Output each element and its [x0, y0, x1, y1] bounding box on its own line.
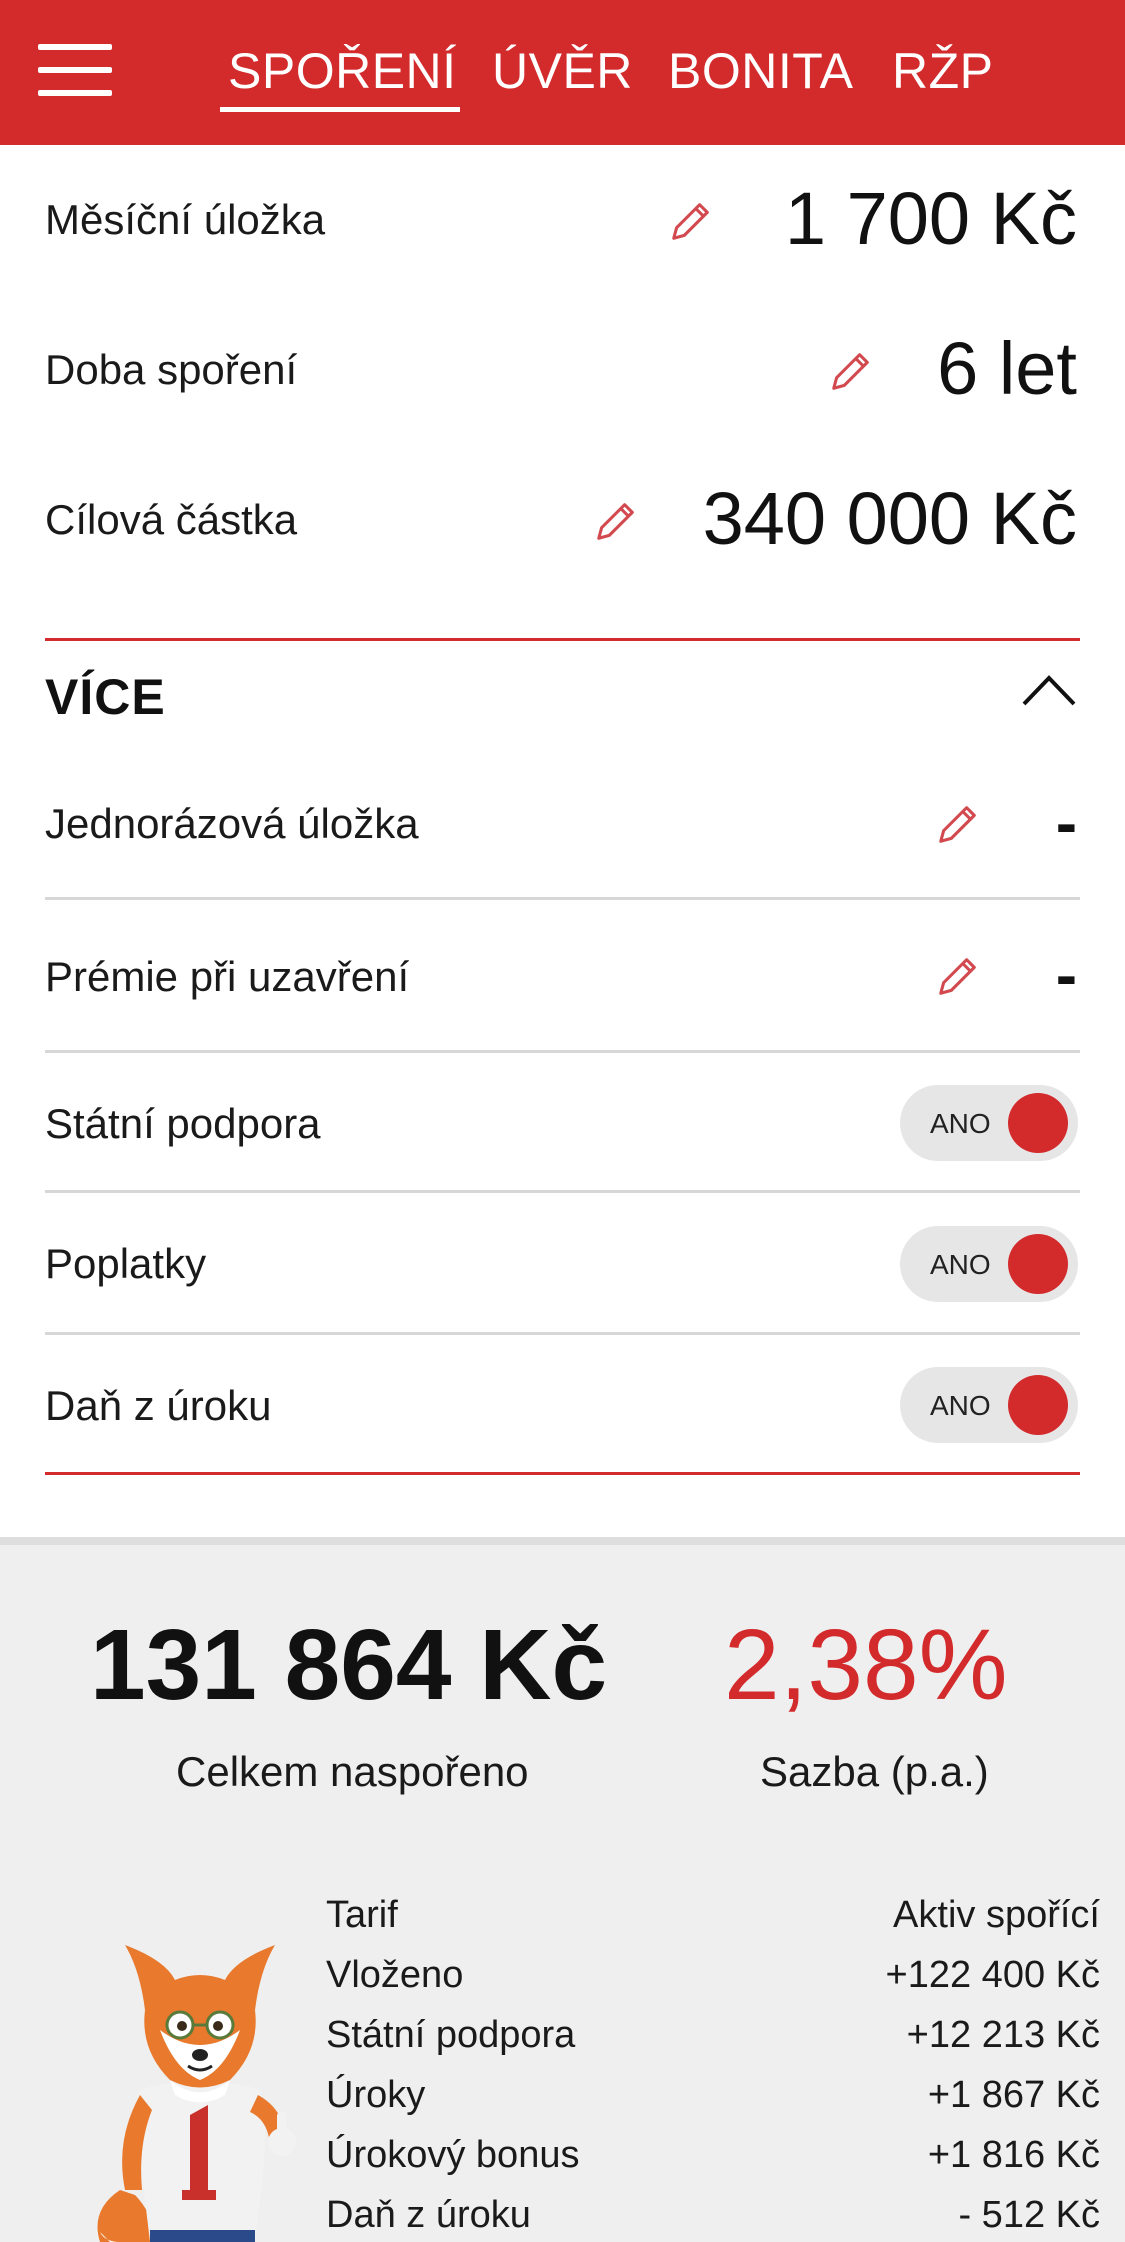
- detail-label-interest: Úroky: [326, 2074, 426, 2116]
- fox-mascot: [97, 1945, 296, 2242]
- one-time-deposit-value[interactable]: -: [1056, 786, 1077, 860]
- toggle-knob: [1008, 1093, 1068, 1153]
- state-support-toggle[interactable]: ANO: [900, 1085, 1078, 1161]
- fees-toggle[interactable]: ANO: [900, 1226, 1078, 1302]
- interest-tax-label: Daň z úroku: [45, 1382, 272, 1429]
- total-saved-caption: Celkem naspořeno: [176, 1748, 529, 1795]
- detail-value-deposited: +122 400 Kč: [885, 1954, 1100, 1996]
- row-divider: [45, 1332, 1080, 1335]
- tab-uver[interactable]: ÚVĚR: [492, 40, 633, 102]
- top-nav-bar: SPOŘENÍ ÚVĚR BONITA RŽP: [0, 0, 1125, 145]
- detail-value-tariff: Aktiv spořící: [893, 1894, 1100, 1936]
- toggle-label: ANO: [930, 1249, 991, 1280]
- interest-rate-caption: Sazba (p.a.): [760, 1748, 989, 1795]
- fees-label: Poplatky: [45, 1240, 207, 1287]
- monthly-deposit-value[interactable]: 1 700 Kč: [785, 176, 1077, 261]
- detail-value-interest: +1 867 Kč: [927, 2074, 1100, 2116]
- detail-value-interest-bonus: +1 816 Kč: [927, 2134, 1100, 2176]
- pencil-icon[interactable]: [593, 498, 639, 544]
- target-amount-value[interactable]: 340 000 Kč: [703, 476, 1077, 561]
- tab-rzp[interactable]: RŽP: [892, 40, 994, 102]
- interest-tax-toggle[interactable]: ANO: [900, 1367, 1078, 1443]
- row-divider: [45, 1050, 1080, 1053]
- pencil-icon[interactable]: [935, 801, 981, 847]
- detail-value-interest-tax: - 512 Kč: [958, 2194, 1100, 2236]
- hamburger-menu-icon[interactable]: [38, 44, 112, 96]
- monthly-deposit-label: Měsíční úložka: [45, 196, 326, 243]
- detail-label-interest-tax: Daň z úroku: [326, 2194, 531, 2236]
- pencil-icon[interactable]: [668, 198, 714, 244]
- tab-bonita[interactable]: BONITA: [668, 40, 853, 102]
- target-amount-label: Cílová částka: [45, 496, 298, 543]
- detail-label-interest-bonus: Úrokový bonus: [326, 2134, 580, 2176]
- section-divider: [45, 638, 1080, 641]
- row-divider: [45, 1190, 1080, 1193]
- toggle-label: ANO: [930, 1108, 991, 1139]
- chevron-up-icon[interactable]: [1020, 670, 1078, 710]
- pencil-icon[interactable]: [828, 348, 874, 394]
- saving-period-label: Doba spoření: [45, 346, 298, 393]
- detail-label-deposited: Vloženo: [326, 1954, 464, 1996]
- pencil-icon[interactable]: [935, 953, 981, 999]
- interest-rate-value: 2,38%: [724, 1609, 1008, 1721]
- detail-label-state-support: Státní podpora: [326, 2014, 576, 2056]
- closing-bonus-label: Prémie při uzavření: [45, 953, 410, 1000]
- more-section-title[interactable]: VÍCE: [45, 668, 166, 726]
- toggle-label: ANO: [930, 1390, 991, 1421]
- state-support-label: Státní podpora: [45, 1100, 321, 1147]
- one-time-deposit-label: Jednorázová úložka: [45, 800, 419, 847]
- saving-period-value[interactable]: 6 let: [937, 326, 1077, 411]
- total-saved-value: 131 864 Kč: [90, 1609, 608, 1721]
- section-divider: [45, 1472, 1080, 1475]
- tab-sporeni[interactable]: SPOŘENÍ: [228, 40, 457, 102]
- detail-label-tariff: Tarif: [326, 1894, 398, 1936]
- row-divider: [45, 897, 1080, 900]
- detail-value-state-support: +12 213 Kč: [906, 2014, 1100, 2056]
- toggle-knob: [1008, 1234, 1068, 1294]
- active-tab-indicator: [220, 107, 460, 112]
- toggle-knob: [1008, 1375, 1068, 1435]
- closing-bonus-value[interactable]: -: [1056, 938, 1077, 1012]
